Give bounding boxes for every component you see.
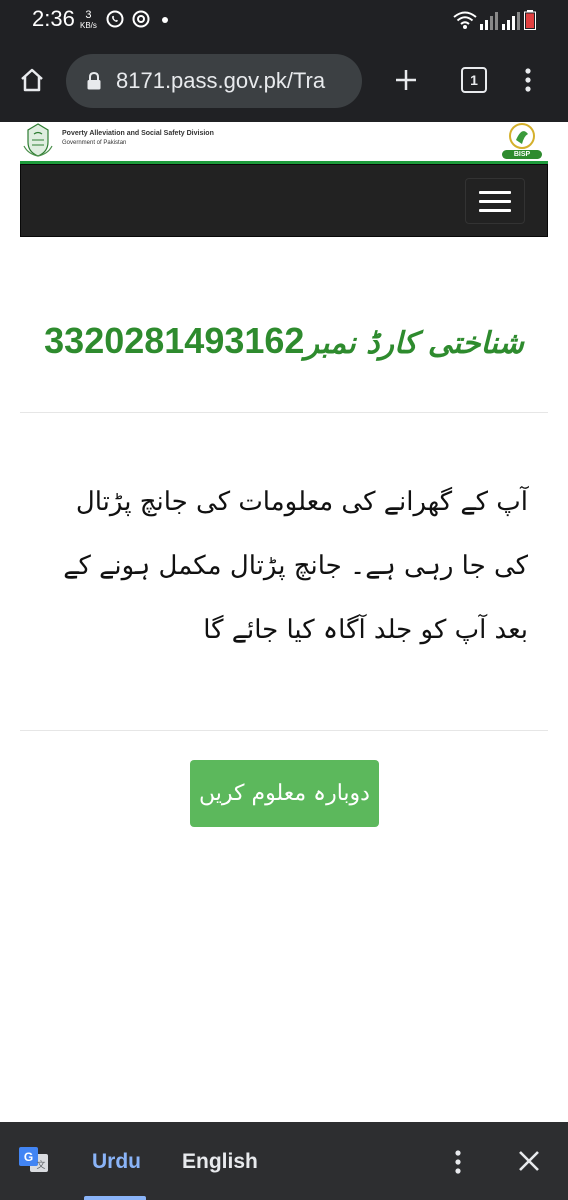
browser-toolbar: 8171.pass.gov.pk/Tra 1 — [0, 40, 568, 122]
notification-dot-icon — [162, 17, 168, 23]
bisp-emblem-icon — [509, 123, 535, 149]
retry-button[interactable]: دوبارہ معلوم کریں — [190, 760, 379, 827]
tab-english[interactable]: English — [182, 1150, 258, 1174]
active-tab-indicator — [84, 1196, 146, 1200]
signal-strength-icon — [480, 12, 498, 30]
tab-count-badge: 1 — [461, 67, 487, 93]
google-translate-icon: G 文 — [19, 1147, 48, 1172]
status-time: 2:36 — [32, 6, 75, 31]
home-button[interactable] — [12, 60, 52, 100]
site-header: Poverty Alleviation and Social Safety Di… — [20, 122, 548, 164]
divider — [20, 730, 548, 731]
division-subtitle: Government of Pakistan — [62, 140, 127, 146]
division-title: Poverty Alleviation and Social Safety Di… — [62, 130, 214, 137]
url-text: 8171.pass.gov.pk/Tra — [116, 68, 326, 93]
browser-menu-button[interactable] — [508, 60, 548, 100]
wifi-icon — [453, 11, 477, 29]
tab-urdu[interactable]: Urdu — [92, 1150, 141, 1174]
plus-icon — [396, 70, 416, 90]
menu-icon-bar — [479, 199, 511, 203]
tab-count: 1 — [470, 72, 478, 88]
cnic-label: شناختی کارڈ نمبر — [304, 326, 524, 361]
menu-icon-bar — [479, 190, 511, 194]
menu-icon-bar — [479, 208, 511, 212]
site-navbar — [20, 164, 548, 237]
divider — [20, 412, 548, 413]
lock-icon — [87, 72, 101, 90]
network-speed-unit: KB/s — [80, 21, 97, 30]
status-message: آپ کے گھرانے کی معلومات کی جانچ پڑتال کی… — [63, 487, 528, 645]
nav-toggle-button[interactable] — [465, 178, 525, 224]
more-vert-icon — [525, 68, 531, 92]
cnic-heading: 3320281493162شناختی کارڈ نمبر — [0, 320, 568, 362]
translate-bar: G 文 Urdu English — [0, 1122, 568, 1200]
government-emblem-icon — [23, 123, 53, 157]
tab-switcher-button[interactable]: 1 — [454, 60, 494, 100]
status-bar: 2:36 3 KB/s — [0, 0, 568, 40]
address-bar[interactable]: 8171.pass.gov.pk/Tra — [66, 54, 362, 108]
network-speed-value: 3 — [85, 9, 92, 21]
network-speed: 3 KB/s — [80, 9, 97, 31]
data-saver-icon — [132, 10, 150, 28]
bisp-logo-text: BISP — [502, 150, 542, 159]
battery-icon — [524, 10, 536, 30]
new-tab-button[interactable] — [386, 60, 426, 100]
svg-text:文: 文 — [36, 1159, 45, 1171]
svg-text:G: G — [24, 1150, 33, 1164]
bisp-logo: BISP — [502, 122, 542, 162]
signal-strength-icon-2 — [502, 12, 520, 30]
whatsapp-icon — [106, 10, 124, 28]
close-icon[interactable] — [516, 1148, 542, 1174]
home-icon — [21, 68, 43, 92]
cnic-number: 3320281493162 — [44, 320, 305, 361]
translate-menu-button[interactable] — [448, 1148, 468, 1176]
